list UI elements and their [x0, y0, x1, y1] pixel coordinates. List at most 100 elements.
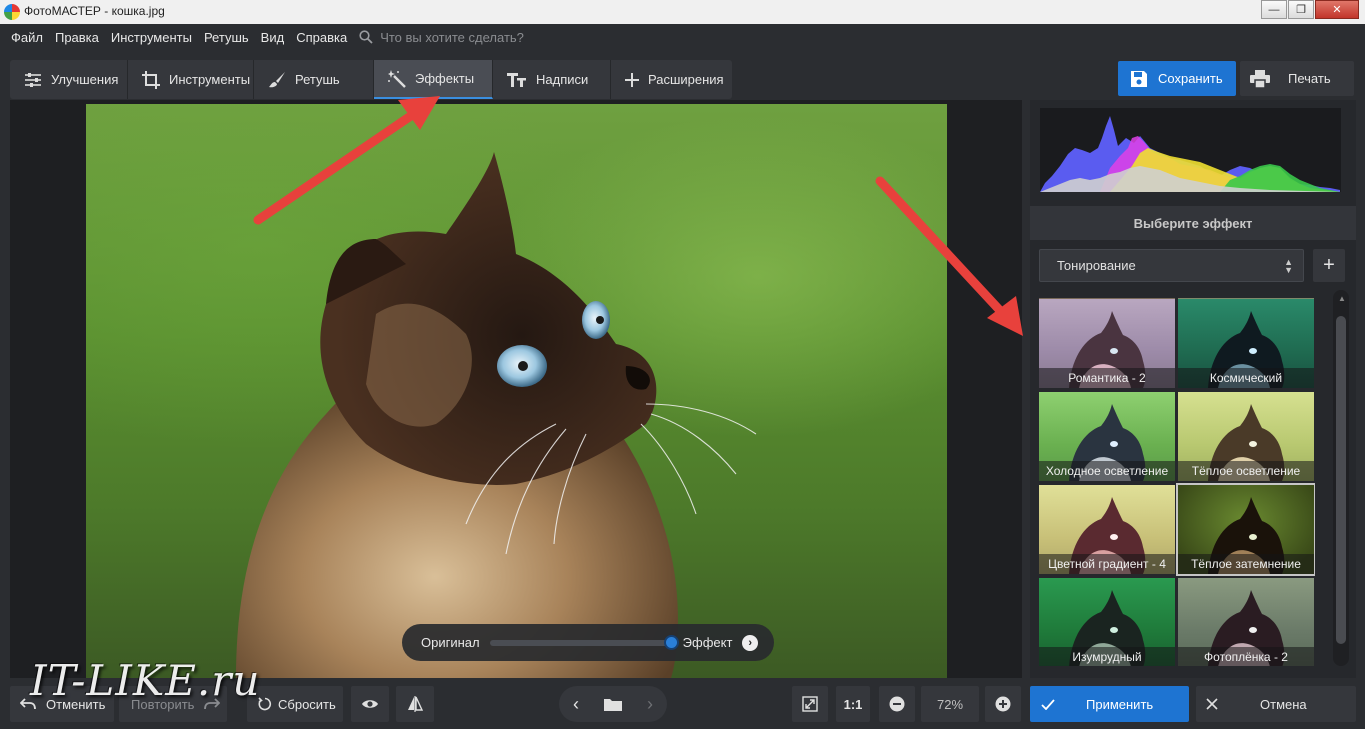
effect-label: Эффект	[682, 635, 733, 650]
effect-thumb[interactable]: Изумрудный	[1039, 578, 1175, 666]
maximize-icon[interactable]: ❐	[1288, 0, 1314, 19]
folder-icon	[604, 699, 622, 711]
tab-text[interactable]: Надписи	[493, 60, 611, 99]
histogram	[1040, 108, 1341, 192]
menu-bar: Файл Правка Инструменты Ретушь Вид Справ…	[0, 24, 1365, 50]
compare-slider-handle[interactable]	[663, 634, 679, 650]
effect-header: Выберите эффект	[1030, 206, 1356, 240]
menu-help[interactable]: Справка	[290, 30, 353, 45]
zoom-out-icon	[889, 696, 905, 712]
folder-button[interactable]	[593, 697, 633, 711]
menu-file[interactable]: Файл	[0, 30, 49, 45]
magic-wand-icon	[388, 69, 406, 88]
tab-enhancements[interactable]: Улучшения	[10, 60, 128, 99]
effect-thumb[interactable]: Цветной градиент - 4	[1039, 485, 1175, 574]
effect-thumb[interactable]: Тёплое осветление	[1178, 392, 1314, 481]
preview-button[interactable]	[351, 686, 389, 722]
effect-thumb[interactable]: Романтика - 2	[1039, 299, 1175, 388]
previous-image-button[interactable]: ‹	[559, 694, 593, 715]
effect-label: Фотоплёнка - 2	[1178, 647, 1314, 666]
zoom-level-field[interactable]: 72%	[921, 686, 979, 722]
close-x-icon	[1206, 698, 1218, 710]
effects-scrollbar[interactable]: ▲	[1333, 290, 1349, 666]
tab-tools[interactable]: Инструменты	[128, 60, 254, 99]
menu-view[interactable]: Вид	[255, 30, 291, 45]
tab-label: Ретушь	[295, 72, 340, 87]
effect-label: Тёплое осветление	[1178, 461, 1314, 481]
eye-icon	[361, 698, 379, 710]
zoom-in-icon	[995, 696, 1011, 712]
effect-label: Изумрудный	[1039, 647, 1175, 666]
reset-label: Сбросить	[278, 696, 336, 712]
save-label: Сохранить	[1158, 71, 1223, 86]
tab-retouch[interactable]: Ретушь	[254, 60, 374, 99]
crop-icon	[142, 70, 160, 89]
close-icon[interactable]: ✕	[1315, 0, 1359, 19]
app-logo-icon	[4, 4, 20, 20]
effect-thumb[interactable]: Космический	[1178, 299, 1314, 388]
tab-label: Надписи	[536, 72, 589, 87]
original-label: Оригинал	[421, 635, 480, 650]
compare-button[interactable]	[396, 686, 434, 722]
fit-screen-button[interactable]	[792, 686, 828, 722]
zoom-in-button[interactable]	[985, 686, 1021, 722]
scrollbar-thumb[interactable]	[1336, 316, 1346, 644]
chevron-right-icon[interactable]: ›	[742, 634, 758, 651]
menu-search[interactable]: Что вы хотите сделать?	[359, 30, 524, 45]
apply-button[interactable]: Применить	[1030, 686, 1189, 722]
save-button[interactable]: Сохранить	[1118, 61, 1236, 96]
menu-tools[interactable]: Инструменты	[105, 30, 198, 45]
cat-photo[interactable]: Оригинал Эффект ›	[86, 104, 947, 678]
printer-icon	[1250, 69, 1270, 88]
zoom-out-button[interactable]	[879, 686, 915, 722]
navigation-group: ‹ ›	[559, 686, 667, 722]
reset-button[interactable]: Сбросить	[247, 686, 343, 722]
main-tabs: Улучшения Инструменты Ретушь Эффекты Над…	[10, 60, 732, 99]
effect-thumb-selected[interactable]: Тёплое затемнение	[1176, 483, 1315, 576]
brush-icon	[268, 71, 286, 89]
split-view-icon	[407, 696, 423, 712]
effect-label: Цветной градиент - 4	[1039, 554, 1175, 574]
effect-label: Тёплое затемнение	[1178, 554, 1314, 574]
add-effect-button[interactable]: +	[1313, 249, 1345, 282]
tab-label: Расширения	[648, 72, 724, 87]
effect-category-value: Тонирование	[1057, 258, 1136, 273]
effect-label: Романтика - 2	[1039, 368, 1175, 388]
menu-retouch[interactable]: Ретушь	[198, 30, 255, 45]
save-icon	[1130, 70, 1148, 88]
right-panel: Выберите эффект Тонирование ▲ ▼ + Романти…	[1030, 100, 1356, 678]
cancel-label: Отмена	[1260, 696, 1307, 712]
effects-grid: Романтика - 2 Космический Холодное освет…	[1037, 298, 1315, 666]
tab-extensions[interactable]: Расширения	[611, 60, 732, 99]
effect-category-select[interactable]: Тонирование ▲ ▼	[1039, 249, 1304, 282]
zoom-one-to-one-button[interactable]: 1:1	[836, 686, 870, 722]
menu-edit[interactable]: Правка	[49, 30, 105, 45]
fit-screen-icon	[802, 696, 818, 712]
effect-thumb[interactable]: Холодное осветление	[1039, 392, 1175, 481]
print-label: Печать	[1288, 71, 1331, 86]
effect-label: Космический	[1178, 368, 1314, 388]
watermark: IT-LIKE.ru	[30, 656, 261, 705]
tab-label: Эффекты	[415, 71, 475, 86]
next-image-button[interactable]: ›	[633, 694, 667, 715]
print-button[interactable]: Печать	[1240, 61, 1354, 96]
sliders-icon	[24, 72, 42, 88]
compare-slider[interactable]	[489, 634, 679, 650]
apply-label: Применить	[1086, 696, 1154, 712]
canvas-area: Оригинал Эффект ›	[10, 100, 1022, 678]
window-title: ФотоМАСТЕР - кошка.jpg	[24, 4, 165, 18]
effect-thumb[interactable]: Фотоплёнка - 2	[1178, 578, 1314, 666]
tab-label: Улучшения	[51, 72, 119, 87]
scroll-up-icon[interactable]: ▲	[1338, 294, 1346, 303]
compare-bar: Оригинал Эффект ›	[402, 624, 774, 661]
search-placeholder: Что вы хотите сделать?	[380, 29, 524, 45]
tab-label: Инструменты	[169, 72, 251, 87]
updown-arrows-icon: ▲ ▼	[1284, 257, 1293, 275]
minimize-icon[interactable]: —	[1261, 0, 1287, 19]
text-icon	[507, 72, 527, 88]
window-controls: — ❐ ✕	[1260, 0, 1359, 20]
check-icon	[1041, 698, 1055, 710]
search-icon	[359, 30, 373, 44]
tab-effects[interactable]: Эффекты	[374, 60, 493, 99]
cancel-button[interactable]: Отмена	[1196, 686, 1356, 722]
